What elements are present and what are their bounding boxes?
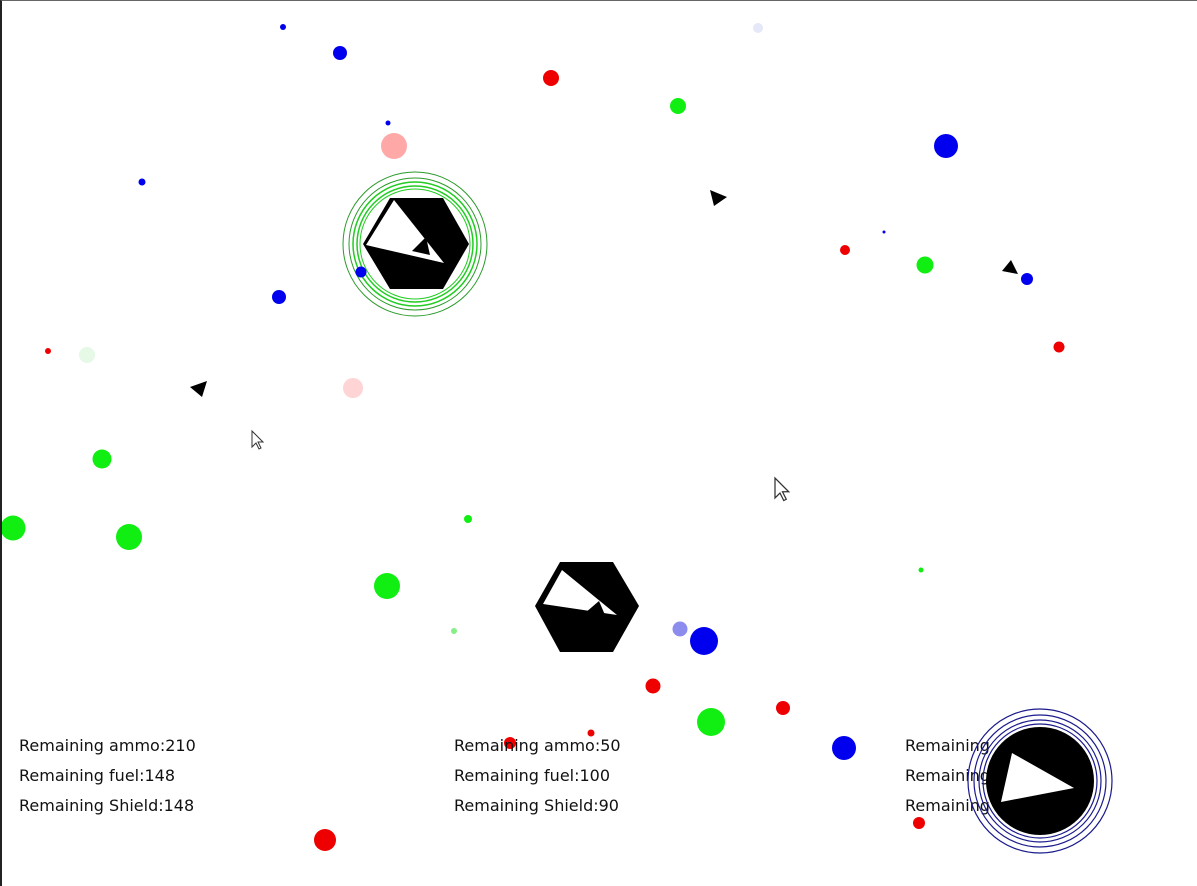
energy-orb-icon (1053, 341, 1065, 353)
game-canvas[interactable]: Remaining ammo:210 Remaining fuel:148 Re… (0, 0, 1197, 886)
energy-orb-icon (451, 628, 457, 634)
energy-orb-icon (385, 120, 391, 126)
energy-orb-icon (697, 708, 725, 736)
fuel-readout: Remaining fuel:148 (19, 766, 176, 785)
energy-orb-icon (882, 230, 886, 234)
energy-orb-icon (918, 567, 924, 573)
energy-orb-icon (645, 678, 661, 694)
fuel-readout: Remaining fuel:100 (454, 766, 611, 785)
orbs (2, 23, 1065, 851)
projectile-arrow-icon (710, 190, 727, 206)
energy-orb-icon (381, 133, 407, 159)
energy-orb-icon (840, 245, 850, 255)
projectiles (190, 190, 1018, 397)
energy-orb-icon (280, 24, 286, 30)
energy-orb-icon (753, 23, 763, 33)
energy-orb-icon (934, 134, 958, 158)
energy-orb-icon (45, 348, 51, 354)
player-2-hud: Remaining ammo:50 Remaining fuel:100 Rem… (454, 731, 621, 821)
ammo-readout: Remaining (905, 736, 990, 755)
ammo-readout: Remaining ammo:210 (19, 736, 196, 755)
energy-orb-icon (374, 573, 400, 599)
fuel-readout: Remaining fuel:1 (905, 766, 1041, 785)
energy-orb-icon (464, 515, 472, 523)
shield-readout: Remaining Shield:90 (454, 796, 619, 815)
energy-orb-icon (314, 829, 336, 851)
energy-orb-icon (116, 524, 142, 550)
player-1-ship (342, 171, 488, 317)
player-2-ship (535, 562, 639, 652)
energy-orb-icon (832, 736, 856, 760)
mouse-cursor-icon (251, 429, 265, 450)
energy-orb-icon (916, 256, 934, 274)
energy-orb-icon (690, 627, 718, 655)
energy-orb-icon (672, 621, 688, 637)
shield-readout: Remaining Shield:148 (19, 796, 195, 815)
energy-orb-icon (79, 347, 95, 363)
energy-orb-icon (272, 290, 286, 304)
mouse-cursor-icon (774, 476, 791, 502)
energy-orb-icon (776, 701, 790, 715)
energy-orb-icon (92, 449, 112, 469)
ammo-readout: Remaining ammo:50 (454, 736, 621, 755)
energy-orb-icon (670, 98, 686, 114)
shield-readout: Remaining (905, 796, 990, 815)
energy-orb-icon (1021, 273, 1033, 285)
energy-orb-icon (138, 178, 146, 186)
projectile-arrow-icon (1002, 260, 1018, 274)
energy-orb-icon (343, 378, 363, 398)
player-1-hud: Remaining ammo:210 Remaining fuel:148 Re… (19, 731, 196, 821)
projectile-arrow-icon (190, 381, 207, 397)
energy-orb-icon (333, 46, 347, 60)
player-3-hud: Remaining Remaining fuel:1 Remaining (905, 731, 1041, 821)
energy-orb-icon (543, 70, 559, 86)
energy-orb-icon (2, 515, 26, 541)
